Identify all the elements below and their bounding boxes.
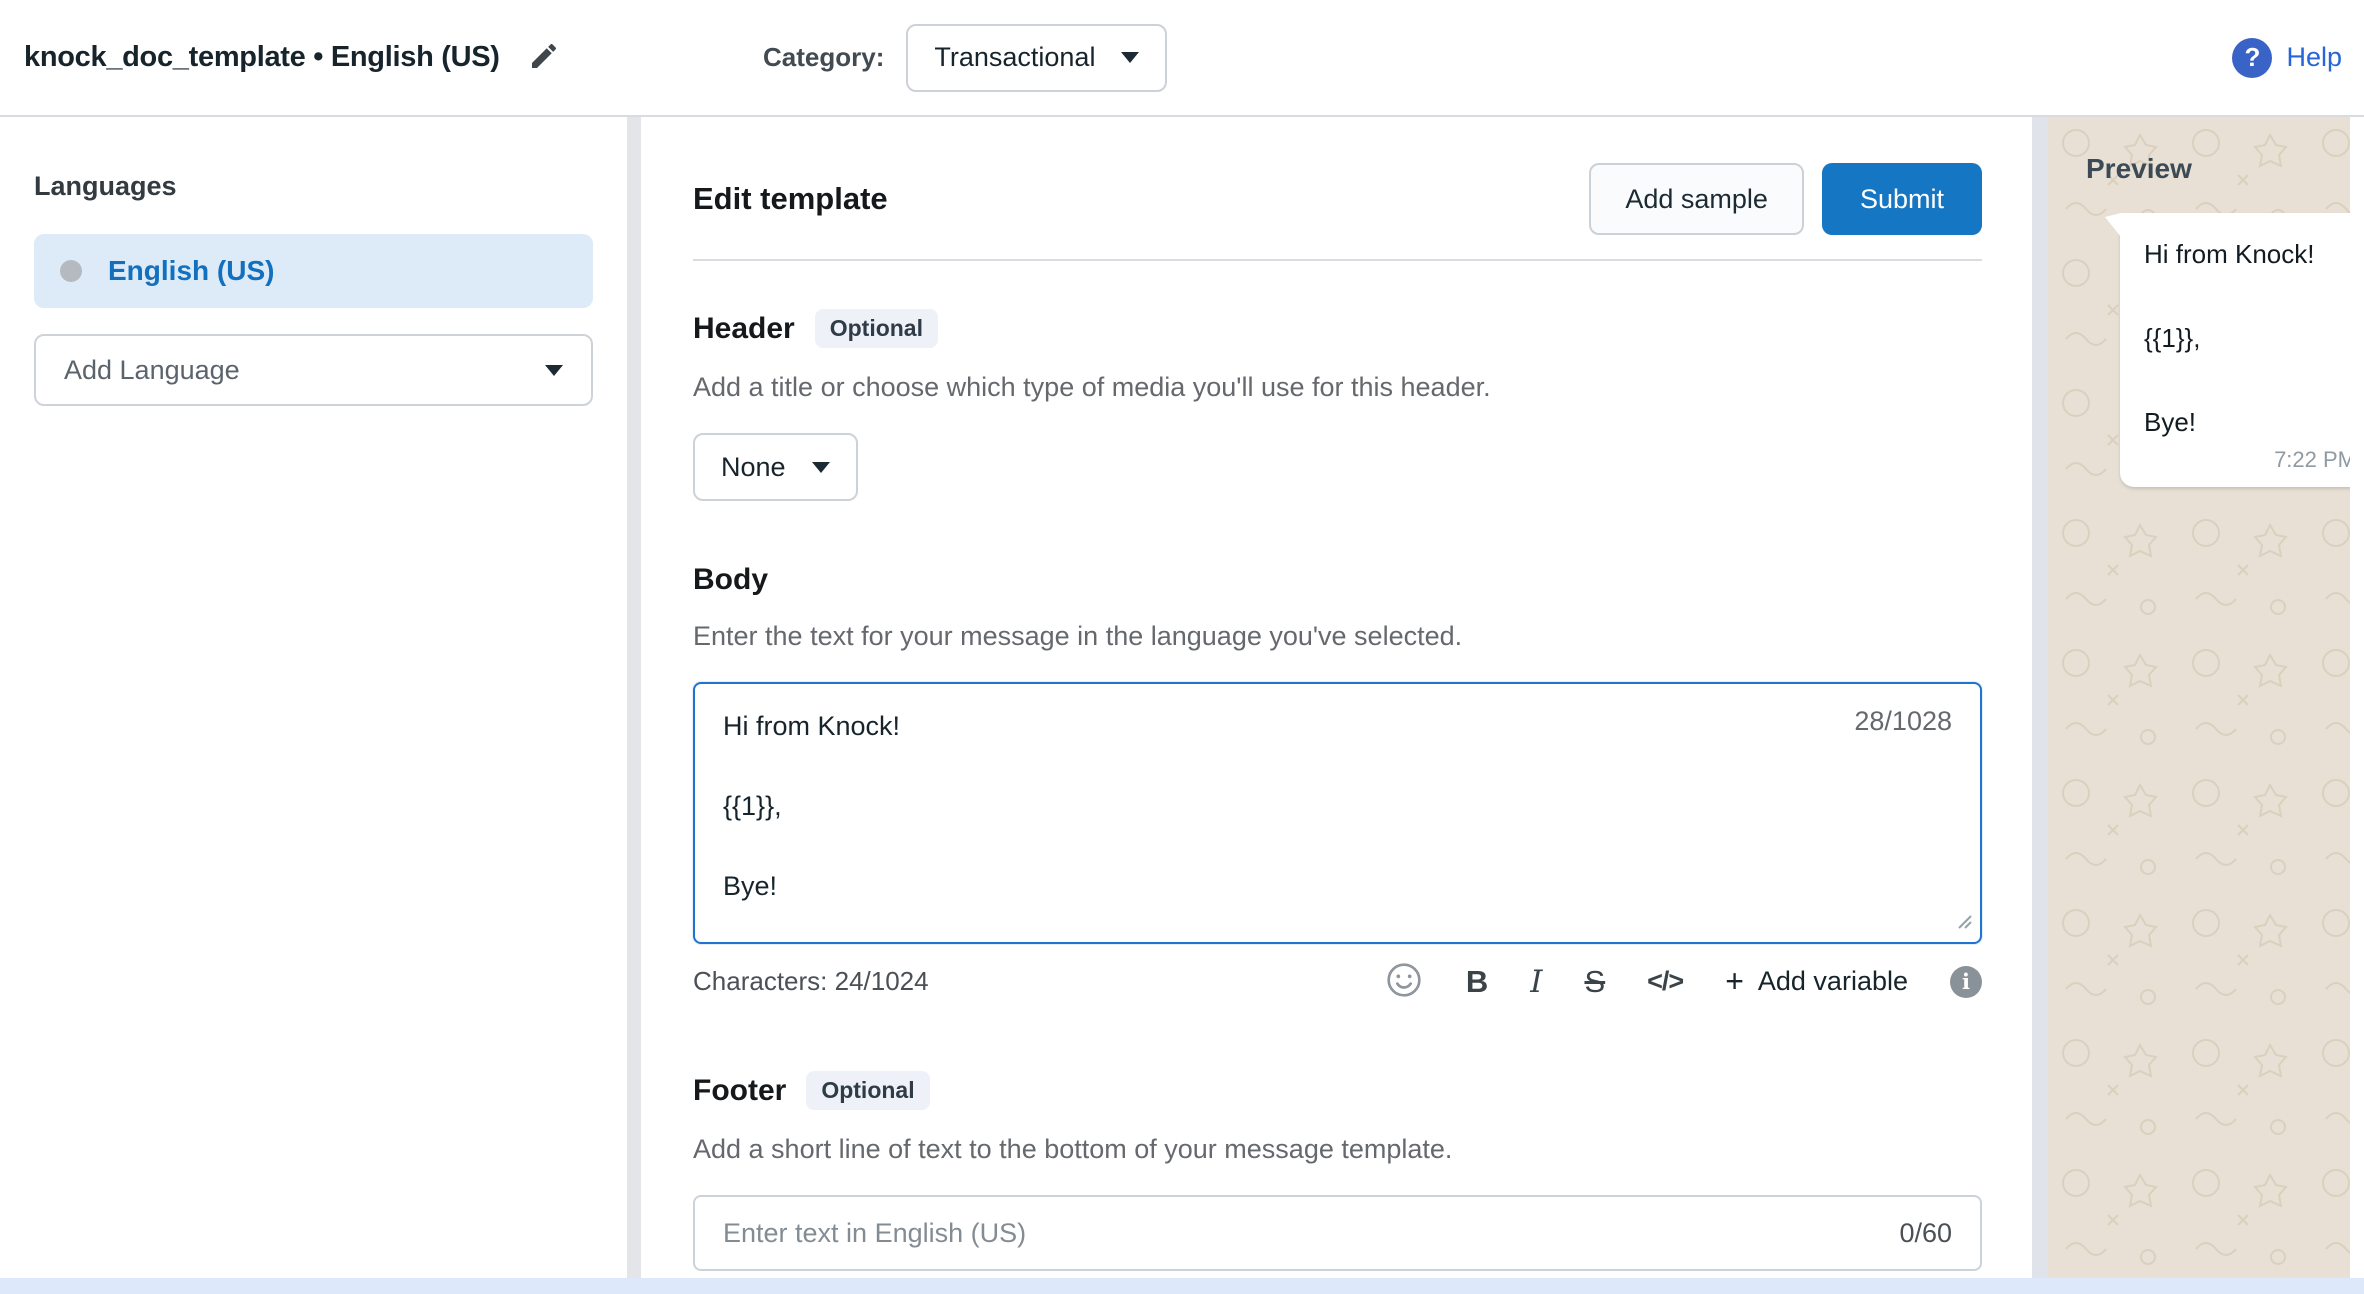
action-buttons: Add sample Submit <box>1589 163 1982 235</box>
help-icon: ? <box>2232 38 2272 78</box>
footer-text-input[interactable]: Enter text in English (US) 0/60 <box>693 1195 1982 1271</box>
body-section-title: Body <box>693 563 768 597</box>
message-bubble: Hi from Knock! {{1}}, Bye! 7:22 PM <box>2120 213 2350 487</box>
footer-counter: 0/60 <box>1899 1218 1952 1249</box>
bold-button[interactable]: B <box>1466 964 1488 1000</box>
body-section: Body Enter the text for your message in … <box>693 563 1982 1003</box>
footer-section-title: Footer <box>693 1074 786 1108</box>
message-timestamp: 7:22 PM <box>2274 447 2350 473</box>
characters-counter: Characters: 24/1024 <box>693 966 929 997</box>
optional-badge: Optional <box>806 1071 929 1110</box>
sidebar-scrollbar[interactable] <box>627 117 641 1294</box>
chevron-down-icon <box>1121 52 1139 63</box>
category-value: Transactional <box>934 42 1095 73</box>
message-text: Hi from Knock! {{1}}, Bye! <box>2144 233 2350 443</box>
topbar: knock_doc_template • English (US) Catego… <box>0 0 2364 117</box>
edit-template-title: Edit template <box>693 181 888 217</box>
body-textarea[interactable]: Hi from Knock! {{1}}, Bye! 28/1028 <box>693 682 1982 944</box>
header-type-value: None <box>721 452 786 483</box>
footer-placeholder: Enter text in English (US) <box>723 1218 1026 1249</box>
code-button[interactable]: </> <box>1647 966 1683 997</box>
page-title: knock_doc_template • English (US) <box>24 41 500 74</box>
language-item-label: English (US) <box>108 255 274 287</box>
formatting-toolbar: B I S </> + Add variable i <box>1384 960 1982 1003</box>
language-status-dot <box>60 260 82 282</box>
resize-handle-icon[interactable] <box>1952 909 1974 936</box>
bottom-highlight-band <box>0 1278 2364 1294</box>
category-group: Category: Transactional <box>763 0 1167 115</box>
edit-template-panel: Edit template Add sample Submit Header O… <box>641 117 2032 1294</box>
preview-title: Preview <box>2086 153 2338 185</box>
help-button[interactable]: ? Help <box>2232 0 2342 115</box>
edit-title-button[interactable] <box>528 40 560 75</box>
emoji-button[interactable] <box>1384 960 1424 1003</box>
add-variable-button[interactable]: + Add variable <box>1725 963 1908 1000</box>
languages-heading: Languages <box>34 171 593 202</box>
preview-content: Preview Hi from Knock! {{1}}, Bye! 7:22 … <box>2048 117 2350 487</box>
bubble-tail <box>2105 213 2121 244</box>
section-divider <box>693 259 1982 261</box>
emoji-icon <box>1384 960 1424 1003</box>
header-section-title: Header <box>693 312 795 346</box>
strikethrough-button[interactable]: S <box>1584 964 1605 1000</box>
preview-panel: Preview Hi from Knock! {{1}}, Bye! 7:22 … <box>2048 117 2350 1294</box>
content-area: Languages English (US) Add Language Edit… <box>0 117 2364 1294</box>
language-item-english-us[interactable]: English (US) <box>34 234 593 308</box>
pencil-icon <box>528 40 560 75</box>
edit-template-header: Edit template Add sample Submit <box>693 163 1982 235</box>
info-icon[interactable]: i <box>1950 966 1982 998</box>
body-text: Hi from Knock! {{1}}, Bye! <box>723 706 1952 906</box>
plus-icon: + <box>1725 963 1744 1000</box>
body-counter: 28/1028 <box>1854 706 1952 737</box>
add-language-label: Add Language <box>64 355 240 386</box>
body-description: Enter the text for your message in the l… <box>693 621 1982 652</box>
add-language-select[interactable]: Add Language <box>34 334 593 406</box>
template-editor-app: knock_doc_template • English (US) Catego… <box>0 0 2364 1294</box>
submit-button[interactable]: Submit <box>1822 163 1982 235</box>
header-description: Add a title or choose which type of medi… <box>693 372 1982 403</box>
category-label: Category: <box>763 42 884 73</box>
chevron-down-icon <box>545 365 563 376</box>
add-variable-label: Add variable <box>1758 966 1908 997</box>
main-scrollbar[interactable] <box>2032 117 2048 1294</box>
languages-sidebar: Languages English (US) Add Language <box>0 117 627 1294</box>
help-label: Help <box>2286 42 2342 73</box>
optional-badge: Optional <box>815 309 938 348</box>
add-sample-button[interactable]: Add sample <box>1589 163 1804 235</box>
header-section: Header Optional Add a title or choose wh… <box>693 309 1982 501</box>
footer-section: Footer Optional Add a short line of text… <box>693 1071 1982 1271</box>
header-type-dropdown[interactable]: None <box>693 433 858 501</box>
footer-description: Add a short line of text to the bottom o… <box>693 1134 1982 1165</box>
italic-button[interactable]: I <box>1530 964 1542 1000</box>
chevron-down-icon <box>812 462 830 473</box>
category-dropdown[interactable]: Transactional <box>906 24 1167 92</box>
body-meta-row: Characters: 24/1024 <box>693 960 1982 1003</box>
